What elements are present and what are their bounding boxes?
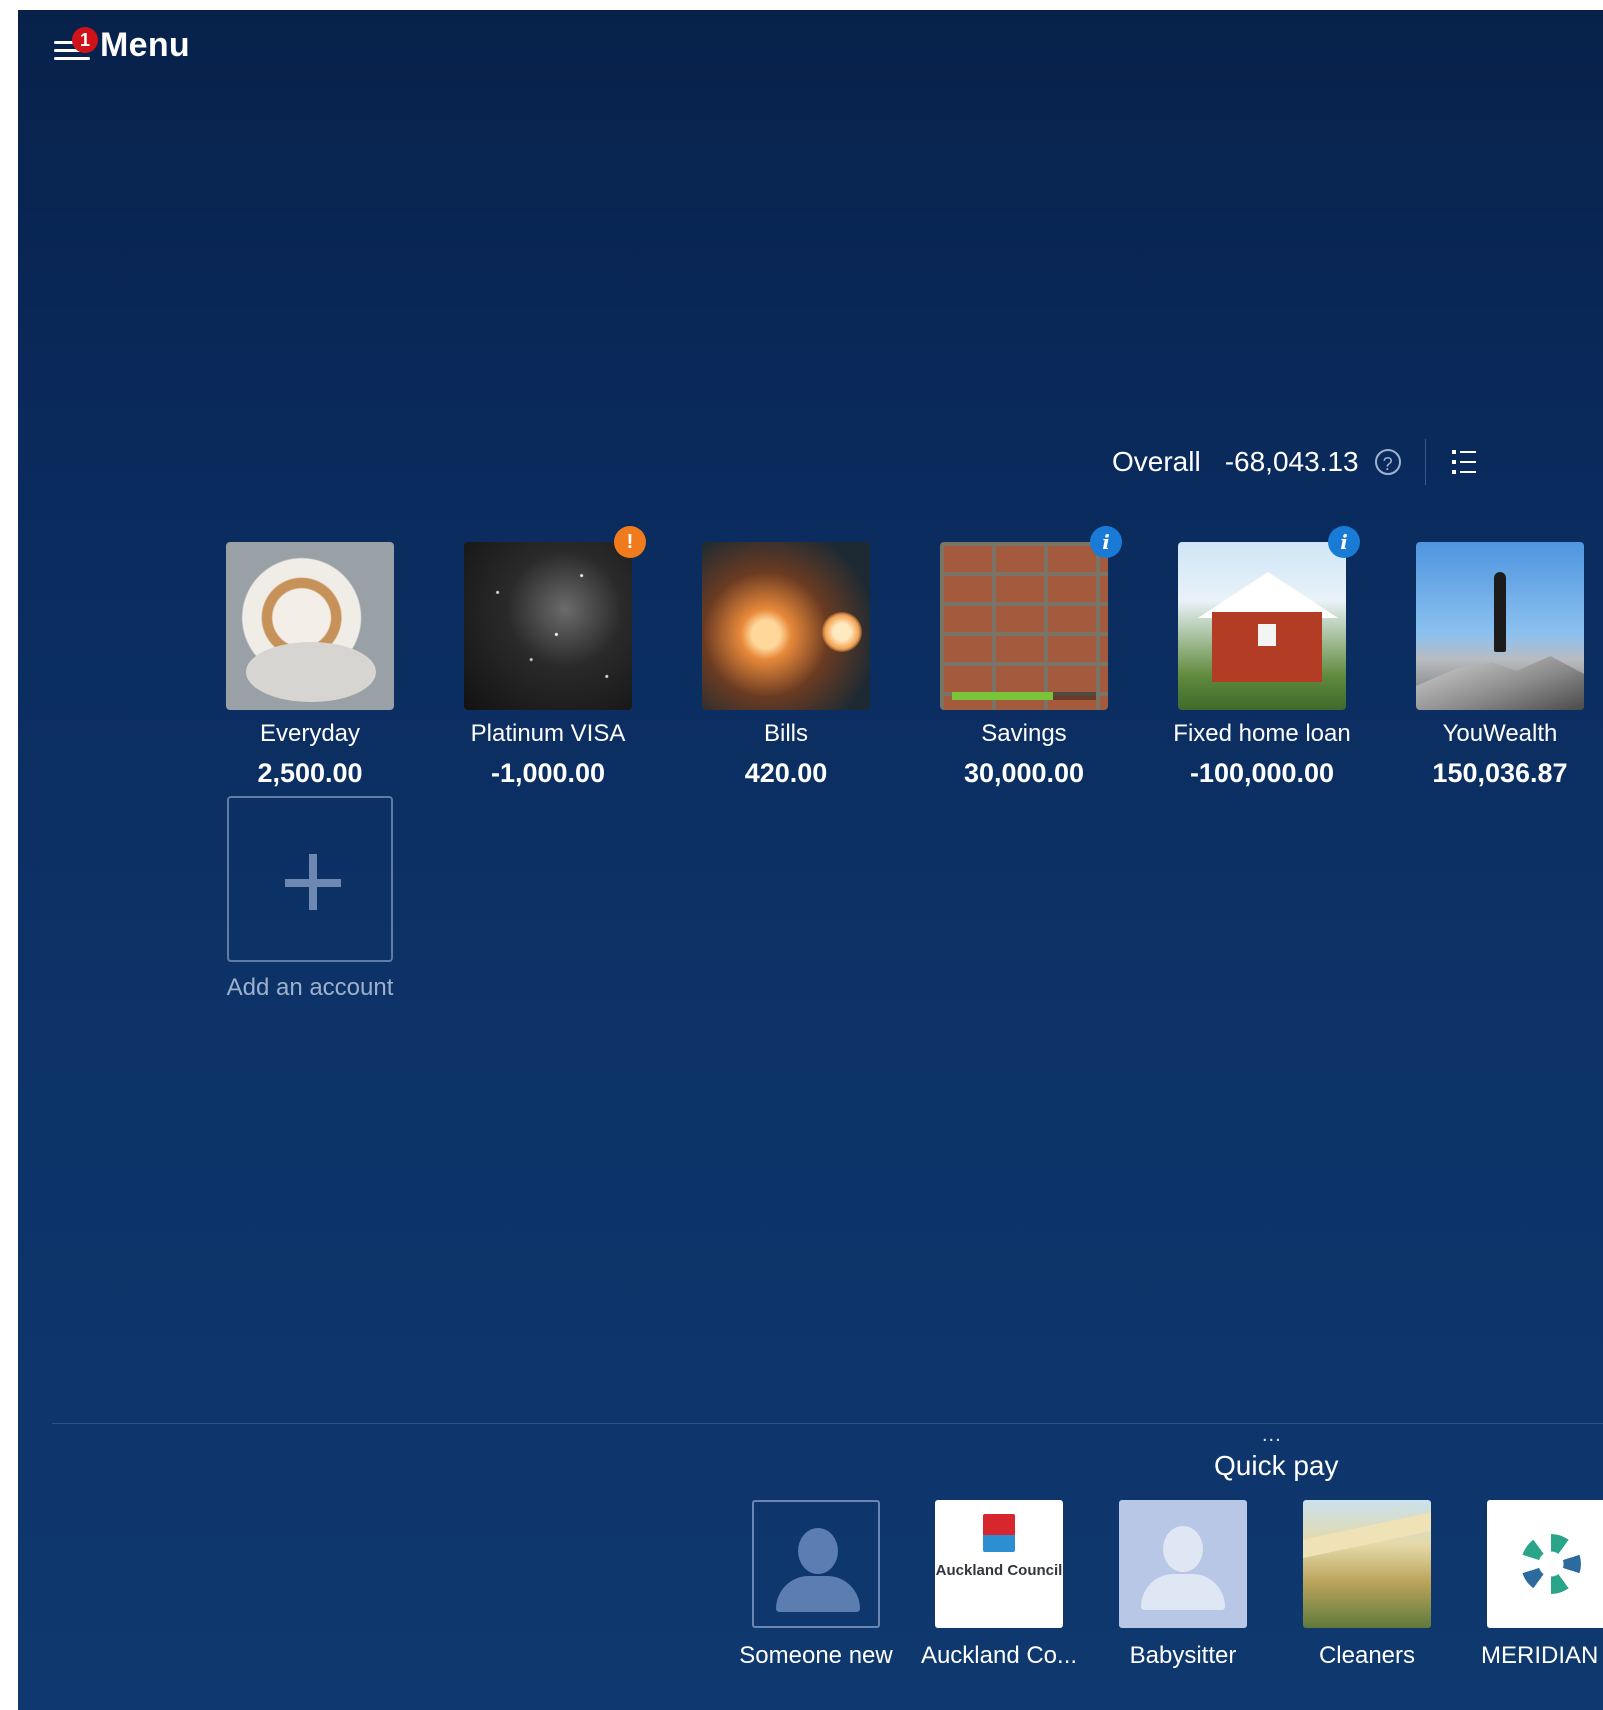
- account-tile-savings[interactable]: i Savings 30,000.00: [924, 526, 1124, 789]
- account-tile-platinum-visa[interactable]: ! Platinum VISA -1,000.00: [448, 526, 648, 789]
- account-tile-fixed-home-loan[interactable]: i Fixed home loan -100,000.00: [1162, 526, 1362, 789]
- account-name: Platinum VISA: [470, 720, 626, 747]
- overall-label: Overall: [1112, 446, 1201, 477]
- account-name: Everyday: [259, 720, 361, 747]
- light-bulbs-image: [702, 542, 870, 710]
- house-eave-image: [1303, 1500, 1431, 1628]
- account-balance: -100,000.00: [1189, 758, 1335, 788]
- payee-cleaners[interactable]: Cleaners: [1272, 1500, 1462, 1670]
- divider: [1424, 439, 1426, 485]
- account-balance: -1,000.00: [490, 758, 606, 788]
- account-tile-everyday[interactable]: Everyday 2,500.00: [210, 542, 410, 789]
- app-screen: 1 Menu Overall -68,043.13 ? Everyday 2,5…: [18, 10, 1603, 1710]
- starry-sky-image: [464, 542, 632, 710]
- add-account-label: Add an account: [226, 974, 394, 1001]
- hiker-on-rock-image: [1416, 542, 1584, 710]
- quick-pay-divider: [52, 1423, 1603, 1424]
- meridian-logo: [1487, 1500, 1603, 1628]
- auckland-council-logo: Auckland Council: [935, 1500, 1063, 1628]
- savings-goal-progress: [952, 692, 1096, 700]
- plus-icon: [227, 796, 393, 962]
- notification-badge: 1: [72, 26, 98, 53]
- payee-name: Auckland Co...: [920, 1642, 1078, 1669]
- payee-someone-new[interactable]: Someone new: [721, 1500, 911, 1670]
- menu-button[interactable]: 1 Menu: [54, 26, 190, 65]
- payee-auckland-council[interactable]: Auckland Council Auckland Co...: [904, 1500, 1094, 1670]
- person-silhouette-icon: [1119, 1500, 1247, 1628]
- payee-name: Cleaners: [1318, 1642, 1416, 1669]
- warning-icon[interactable]: !: [614, 526, 646, 558]
- account-tile-bills[interactable]: Bills 420.00: [686, 542, 886, 789]
- overall-summary: Overall -68,043.13 ?: [1112, 439, 1478, 485]
- payee-name: Babysitter: [1129, 1642, 1237, 1669]
- account-name: Bills: [763, 720, 808, 747]
- overall-amount: -68,043.13: [1224, 446, 1359, 477]
- quick-pay-handle[interactable]: ...: [1262, 1424, 1282, 1447]
- payee-babysitter[interactable]: Babysitter: [1088, 1500, 1278, 1670]
- payee-name: Someone new: [739, 1642, 893, 1669]
- red-house-image: [1178, 542, 1346, 710]
- person-silhouette-icon: [752, 1500, 880, 1628]
- hamburger-icon: 1: [54, 26, 98, 61]
- account-balance: 30,000.00: [963, 758, 1085, 788]
- list-view-icon[interactable]: [1451, 449, 1478, 475]
- account-name: Savings: [981, 720, 1067, 747]
- account-name: Fixed home loan: [1173, 720, 1351, 747]
- account-tile-youwealth[interactable]: YouWealth 150,036.87: [1400, 542, 1600, 789]
- menu-label: Menu: [100, 26, 190, 64]
- brick-wall-image: [940, 542, 1108, 710]
- add-account-button[interactable]: Add an account: [210, 796, 410, 1002]
- account-balance: 420.00: [744, 758, 828, 788]
- account-balance: 150,036.87: [1432, 758, 1568, 788]
- payee-name: MERIDIAN E: [1480, 1642, 1603, 1669]
- info-icon[interactable]: i: [1328, 526, 1360, 558]
- coffee-cup-image: [226, 542, 394, 710]
- help-icon[interactable]: ?: [1374, 449, 1401, 475]
- payee-meridian[interactable]: MERIDIAN E: [1456, 1500, 1603, 1670]
- quick-pay-title: Quick pay: [1214, 1450, 1339, 1481]
- account-name: YouWealth: [1442, 720, 1558, 747]
- info-icon[interactable]: i: [1090, 526, 1122, 558]
- account-balance: 2,500.00: [257, 758, 363, 788]
